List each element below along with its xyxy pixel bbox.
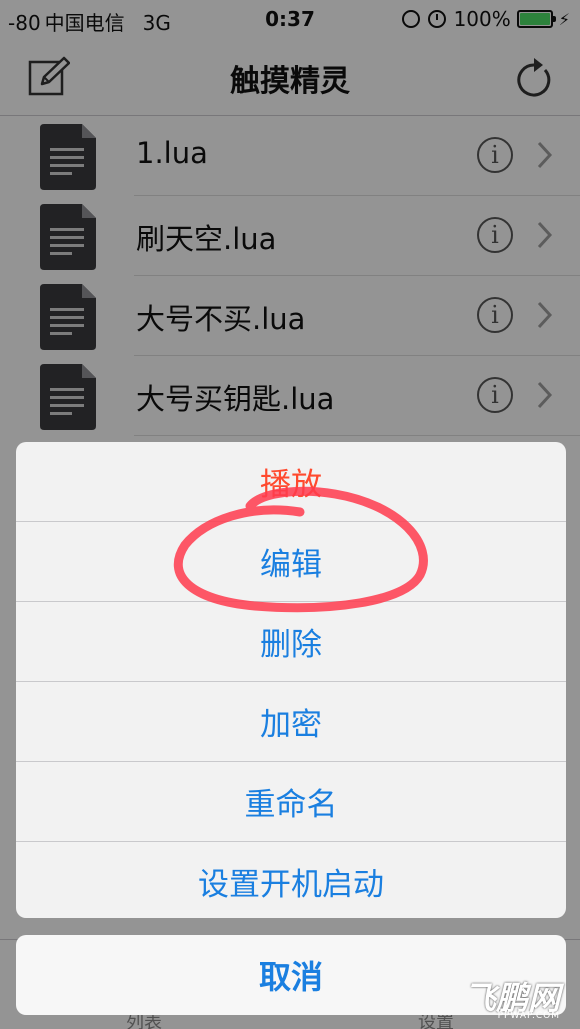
- action-delete-button[interactable]: 删除: [16, 602, 566, 682]
- action-play-button[interactable]: 播放: [16, 442, 566, 522]
- action-encrypt-button[interactable]: 加密: [16, 682, 566, 762]
- watermark-subtext: PPWAP.COM: [497, 1011, 560, 1021]
- action-sheet: 播放 编辑 删除 加密 重命名 设置开机启动: [16, 442, 566, 918]
- action-edit-button[interactable]: 编辑: [16, 522, 566, 602]
- action-rename-button[interactable]: 重命名: [16, 762, 566, 842]
- touch-sprite-app: -80 中国电信 3G 0:37 100% ⚡ 触摸精灵 1.lua i 刷天空…: [0, 0, 580, 1029]
- watermark-logo: 飞鹏网 PPWAP.COM: [462, 973, 572, 1021]
- action-autostart-button[interactable]: 设置开机启动: [16, 842, 566, 918]
